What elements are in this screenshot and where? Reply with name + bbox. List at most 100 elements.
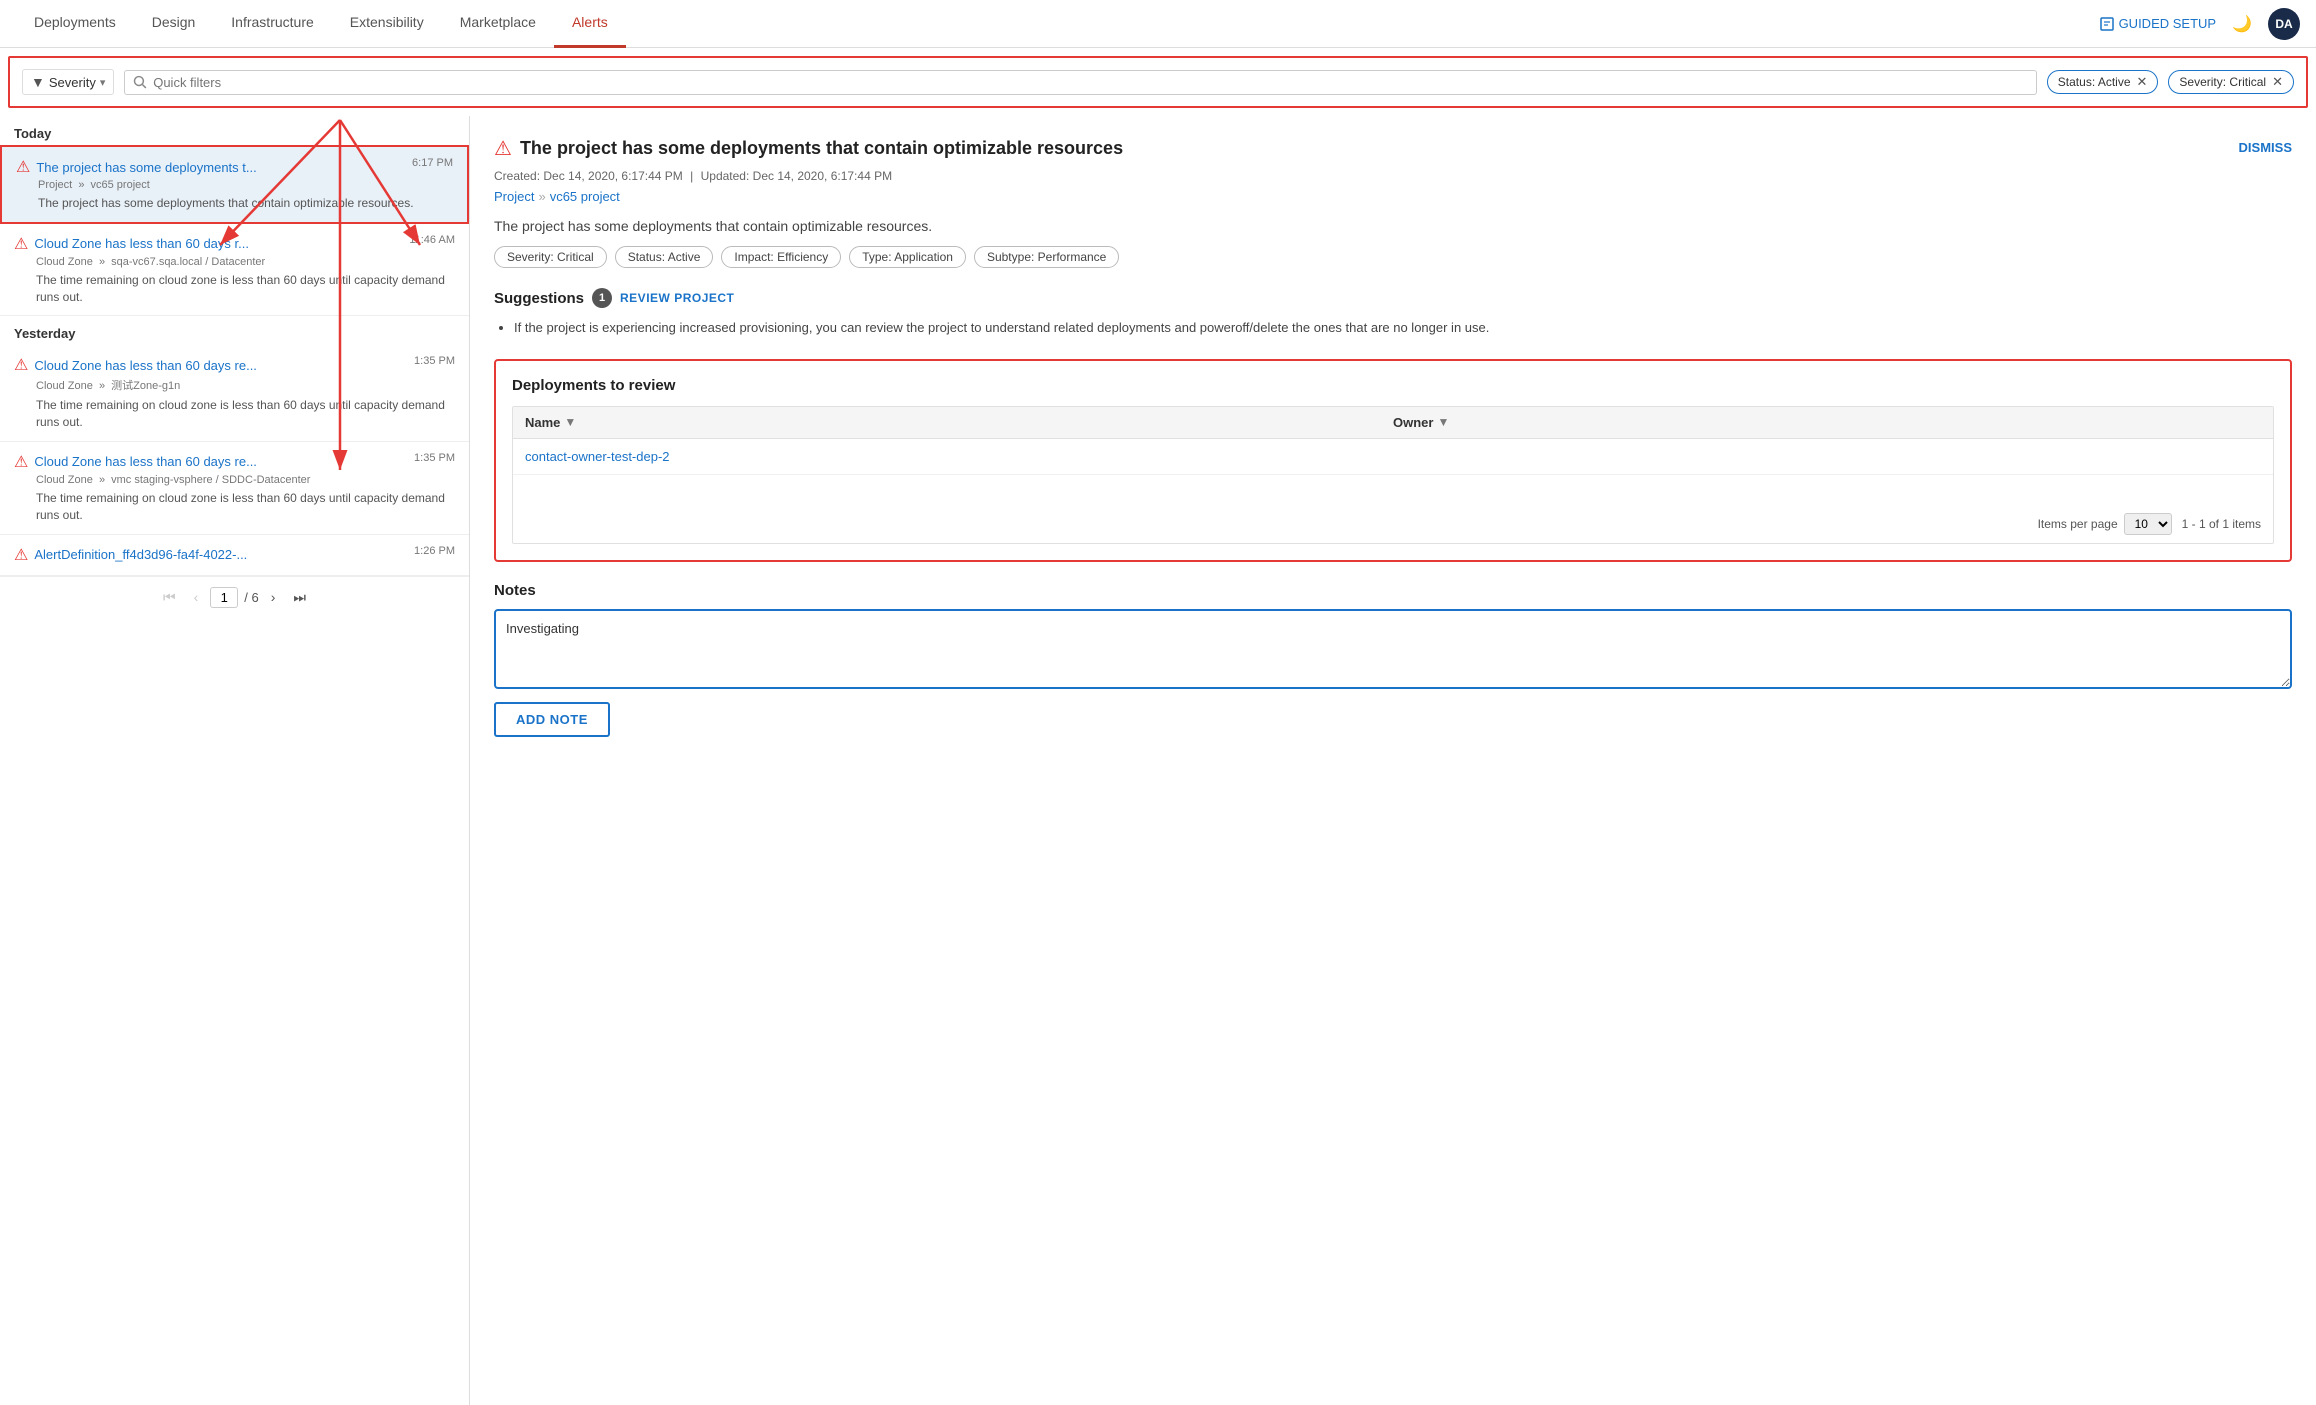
alert-time-a1: 6:17 PM (412, 157, 453, 169)
status-active-tag[interactable]: Status: Active ✕ (2047, 70, 2159, 94)
items-count: 1 - 1 of 1 items (2182, 517, 2261, 531)
quick-filter-input[interactable] (153, 75, 2028, 90)
alert-item-b1[interactable]: ⚠ Cloud Zone has less than 60 days re...… (0, 345, 469, 442)
created-text: Created: Dec 14, 2020, 6:17:44 PM (494, 169, 683, 183)
nav-right: GUIDED SETUP 🌙 DA (2099, 8, 2300, 40)
updated-text: Updated: Dec 14, 2020, 6:17:44 PM (701, 169, 892, 183)
alert-time-b2: 1:35 PM (414, 452, 455, 464)
next-page-button[interactable]: › (265, 587, 282, 607)
deployments-section: Deployments to review Name ▼ Owner ▼ con… (494, 359, 2292, 562)
table-row: contact-owner-test-dep-2 (513, 439, 2273, 475)
alert-item-a2[interactable]: ⚠ Cloud Zone has less than 60 days r... … (0, 224, 469, 317)
nav-deployments[interactable]: Deployments (16, 0, 134, 48)
add-note-button[interactable]: ADD NOTE (494, 702, 610, 737)
alert-desc-a1: The project has some deployments that co… (38, 195, 453, 212)
tag-impact: Impact: Efficiency (721, 246, 841, 268)
alert-title-b1[interactable]: Cloud Zone has less than 60 days re... (34, 358, 257, 373)
severity-filter[interactable]: ▼ Severity ▾ (22, 69, 114, 95)
notes-title: Notes (494, 582, 2292, 599)
alert-header-a1: ⚠ The project has some deployments t... … (16, 157, 453, 177)
deployment-link[interactable]: contact-owner-test-dep-2 (525, 449, 670, 464)
nav-design[interactable]: Design (134, 0, 214, 48)
alert-title-a2[interactable]: Cloud Zone has less than 60 days r... (34, 236, 249, 251)
last-page-button[interactable]: ⏭ (287, 587, 312, 608)
alert-title-row-b3: ⚠ AlertDefinition_ff4d3d96-fa4f-4022-... (14, 545, 408, 565)
today-group: Today ⚠ The project has some deployments… (0, 116, 469, 316)
nav-alerts[interactable]: Alerts (554, 0, 626, 48)
suggestions-count: 1 (592, 288, 612, 308)
guided-setup-button[interactable]: GUIDED SETUP (2099, 16, 2217, 32)
theme-toggle[interactable]: 🌙 (2232, 14, 2252, 34)
suggestions-header: Suggestions 1 REVIEW PROJECT (494, 288, 2292, 308)
nav-infrastructure[interactable]: Infrastructure (213, 0, 331, 48)
user-avatar[interactable]: DA (2268, 8, 2300, 40)
th-owner: Owner ▼ (1393, 415, 2261, 430)
detail-meta: Created: Dec 14, 2020, 6:17:44 PM | Upda… (494, 169, 2292, 183)
current-page-input[interactable] (210, 587, 238, 608)
chevron-down-icon: ▾ (100, 76, 106, 89)
filter-bar: ▼ Severity ▾ Status: Active ✕ Severity: … (8, 56, 2308, 108)
page-total: / 6 (244, 590, 258, 605)
first-page-button[interactable]: ⏮ (157, 587, 182, 608)
severity-critical-label: Severity: Critical (2179, 75, 2266, 89)
alert-header-b3: ⚠ AlertDefinition_ff4d3d96-fa4f-4022-...… (14, 545, 455, 565)
review-project-link[interactable]: REVIEW PROJECT (620, 291, 734, 305)
th-name-filter-icon[interactable]: ▼ (564, 415, 576, 429)
items-per-page: Items per page 10 25 50 (2038, 513, 2172, 535)
top-navigation: Deployments Design Infrastructure Extens… (0, 0, 2316, 48)
td-name: contact-owner-test-dep-2 (525, 449, 1393, 464)
alert-item-a1[interactable]: ⚠ The project has some deployments t... … (0, 145, 469, 224)
nav-extensibility[interactable]: Extensibility (332, 0, 442, 48)
quick-filter-search[interactable] (124, 70, 2036, 95)
alerts-list-panel: Today ⚠ The project has some deployments… (0, 116, 470, 1405)
alert-title-b3[interactable]: AlertDefinition_ff4d3d96-fa4f-4022-... (34, 547, 247, 562)
items-per-page-label: Items per page (2038, 517, 2118, 531)
alert-item-b3[interactable]: ⚠ AlertDefinition_ff4d3d96-fa4f-4022-...… (0, 535, 469, 576)
alert-title-row-b1: ⚠ Cloud Zone has less than 60 days re... (14, 355, 408, 375)
guided-setup-label: GUIDED SETUP (2119, 16, 2217, 31)
notes-section: Notes Investigating ADD NOTE (494, 582, 2292, 737)
tag-subtype: Subtype: Performance (974, 246, 1119, 268)
alerts-pagination: ⏮ ‹ / 6 › ⏭ (0, 576, 469, 618)
breadcrumb-sep: » (538, 189, 545, 204)
critical-icon-b3: ⚠ (14, 545, 28, 565)
breadcrumb-project[interactable]: Project (494, 189, 534, 204)
alert-time-b3: 1:26 PM (414, 545, 455, 557)
detail-title: ⚠ The project has some deployments that … (494, 136, 1123, 161)
filter-icon: ▼ (31, 74, 45, 90)
severity-critical-tag[interactable]: Severity: Critical ✕ (2168, 70, 2294, 94)
deployments-title: Deployments to review (512, 377, 2274, 394)
book-icon (2099, 16, 2115, 32)
alert-header-b2: ⚠ Cloud Zone has less than 60 days re...… (14, 452, 455, 472)
notes-textarea[interactable]: Investigating (494, 609, 2292, 689)
dismiss-button[interactable]: DISMISS (2239, 140, 2292, 155)
alert-desc-b1: The time remaining on cloud zone is less… (36, 397, 455, 431)
suggestion-text: If the project is experiencing increased… (494, 318, 2292, 339)
status-active-close[interactable]: ✕ (2137, 74, 2148, 90)
tag-status: Status: Active (615, 246, 714, 268)
alert-breadcrumb-a2: Cloud Zone » sqa-vc67.sqa.local / Datace… (36, 256, 455, 268)
severity-label: Severity (49, 75, 96, 90)
items-per-page-select[interactable]: 10 25 50 (2124, 513, 2172, 535)
detail-description: The project has some deployments that co… (494, 218, 2292, 234)
alert-title-a1[interactable]: The project has some deployments t... (36, 160, 256, 175)
prev-page-button[interactable]: ‹ (188, 587, 205, 607)
detail-header: ⚠ The project has some deployments that … (494, 136, 2292, 161)
breadcrumb-project-name[interactable]: vc65 project (550, 189, 620, 204)
detail-tags: Severity: Critical Status: Active Impact… (494, 246, 2292, 268)
th-name: Name ▼ (525, 415, 1393, 430)
nav-marketplace[interactable]: Marketplace (442, 0, 554, 48)
alert-header-a2: ⚠ Cloud Zone has less than 60 days r... … (14, 234, 455, 254)
alert-title-b2[interactable]: Cloud Zone has less than 60 days re... (34, 454, 257, 469)
table-header: Name ▼ Owner ▼ (513, 407, 2273, 439)
tag-type: Type: Application (849, 246, 966, 268)
alert-breadcrumb-b2: Cloud Zone » vmc staging-vsphere / SDDC-… (36, 474, 455, 486)
severity-critical-close[interactable]: ✕ (2272, 74, 2283, 90)
th-owner-filter-icon[interactable]: ▼ (1437, 415, 1449, 429)
alert-time-a2: 11:46 AM (409, 234, 455, 246)
deployments-table: Name ▼ Owner ▼ contact-owner-test-dep-2 (512, 406, 2274, 544)
table-empty-row (513, 475, 2273, 505)
yesterday-label: Yesterday (0, 316, 469, 345)
alert-item-b2[interactable]: ⚠ Cloud Zone has less than 60 days re...… (0, 442, 469, 535)
alert-breadcrumb-a1: Project » vc65 project (38, 179, 453, 191)
